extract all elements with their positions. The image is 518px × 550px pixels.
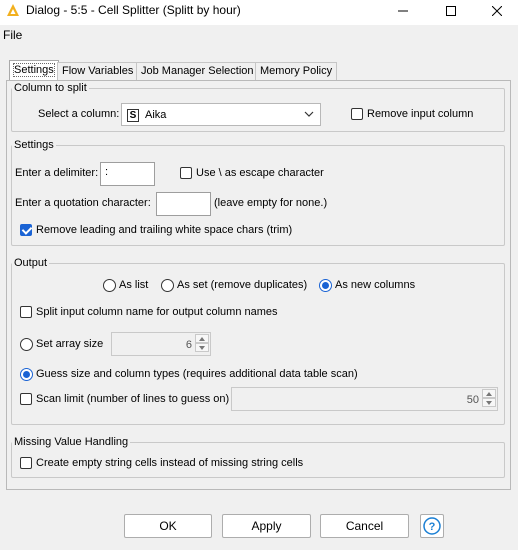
array-size-increment[interactable] — [195, 334, 209, 343]
menu-file[interactable]: File — [3, 28, 22, 42]
cancel-button[interactable]: Cancel — [320, 514, 409, 538]
tab-flow-variables[interactable]: Flow Variables — [57, 62, 139, 80]
missing-value-legend: Missing Value Handling — [14, 436, 129, 448]
set-array-size-radio[interactable] — [20, 338, 33, 351]
menu-bar: File — [0, 25, 518, 45]
chevron-down-icon — [199, 345, 205, 350]
delimiter-input[interactable]: : — [100, 162, 155, 186]
split-column-names-label: Split input column name for output colum… — [36, 306, 278, 318]
scan-limit-label: Scan limit (number of lines to guess on) — [36, 393, 230, 405]
minimize-icon — [398, 10, 408, 12]
chevron-down-icon — [486, 400, 492, 405]
tab-settings[interactable]: Settings — [9, 60, 59, 81]
scan-limit-increment[interactable] — [482, 389, 496, 398]
quotation-input[interactable] — [156, 192, 211, 216]
maximize-icon — [446, 6, 456, 16]
maximize-button[interactable] — [428, 0, 474, 22]
empty-string-cells-label: Create empty string cells instead of mis… — [36, 457, 304, 469]
string-type-icon: S — [127, 109, 139, 122]
apply-button[interactable]: Apply — [222, 514, 311, 538]
ok-button[interactable]: OK — [124, 514, 212, 538]
output-legend: Output — [14, 257, 48, 269]
selected-column-value: Aika — [145, 109, 167, 121]
minimize-button[interactable] — [380, 0, 426, 22]
help-icon: ? — [423, 517, 441, 535]
chevron-up-icon — [486, 391, 492, 396]
array-size-value: 6 — [185, 339, 192, 351]
split-column-names-checkbox[interactable] — [20, 306, 32, 318]
tab-job-manager-label: Job Manager Selection — [141, 65, 254, 77]
settings-panel: Column to split Select a column: S Aika … — [6, 80, 511, 490]
scan-limit-checkbox[interactable] — [20, 393, 32, 405]
help-icon-glyph: ? — [429, 521, 436, 533]
remove-input-column-checkbox[interactable] — [351, 108, 363, 120]
delimiter-label: Enter a delimiter: — [15, 167, 99, 179]
quotation-label: Enter a quotation character: — [15, 197, 151, 209]
tab-settings-label: Settings — [13, 63, 55, 77]
as-list-radio[interactable] — [103, 279, 116, 292]
column-select[interactable]: S Aika — [121, 103, 321, 126]
empty-string-cells-checkbox[interactable] — [20, 457, 32, 469]
chevron-up-icon — [199, 336, 205, 341]
knime-app-icon — [7, 4, 19, 16]
tab-memory-policy[interactable]: Memory Policy — [255, 62, 338, 80]
select-column-label: Select a column: — [38, 108, 120, 120]
trim-label: Remove leading and trailing white space … — [36, 224, 293, 236]
as-list-label: As list — [119, 279, 149, 291]
array-size-stepper — [195, 334, 209, 352]
trim-checkbox[interactable] — [20, 224, 32, 236]
close-icon — [492, 6, 502, 16]
guess-size-label: Guess size and column types (requires ad… — [36, 368, 358, 380]
chevron-down-icon — [304, 111, 314, 117]
close-button[interactable] — [474, 0, 518, 22]
quotation-hint: (leave empty for none.) — [214, 197, 328, 209]
dialog-content: Settings Flow Variables Job Manager Sele… — [0, 45, 518, 550]
tab-job-manager-selection[interactable]: Job Manager Selection — [136, 62, 259, 80]
array-size-spinner[interactable]: 6 — [111, 332, 211, 356]
escape-character-label: Use \ as escape character — [196, 167, 324, 179]
array-size-decrement[interactable] — [195, 343, 209, 352]
settings-legend: Settings — [14, 139, 54, 151]
scan-limit-value: 50 — [466, 394, 479, 406]
title-bar: Dialog - 5:5 - Cell Splitter (Splitt by … — [0, 0, 518, 22]
tab-memory-policy-label: Memory Policy — [260, 65, 333, 77]
as-new-columns-label: As new columns — [335, 279, 416, 291]
remove-input-column-label: Remove input column — [367, 108, 474, 120]
scan-limit-decrement[interactable] — [482, 398, 496, 407]
scan-limit-stepper — [482, 389, 496, 407]
tab-flow-variables-label: Flow Variables — [62, 65, 134, 77]
column-to-split-legend: Column to split — [14, 82, 87, 94]
as-set-radio[interactable] — [161, 279, 174, 292]
guess-size-radio[interactable] — [20, 368, 33, 381]
scan-limit-spinner[interactable]: 50 — [231, 387, 498, 411]
as-set-label: As set (remove duplicates) — [177, 279, 308, 291]
escape-character-checkbox[interactable] — [180, 167, 192, 179]
help-button[interactable]: ? — [420, 514, 444, 538]
set-array-size-label: Set array size — [36, 338, 104, 350]
window-title: Dialog - 5:5 - Cell Splitter (Splitt by … — [26, 3, 241, 17]
as-new-columns-radio[interactable] — [319, 279, 332, 292]
